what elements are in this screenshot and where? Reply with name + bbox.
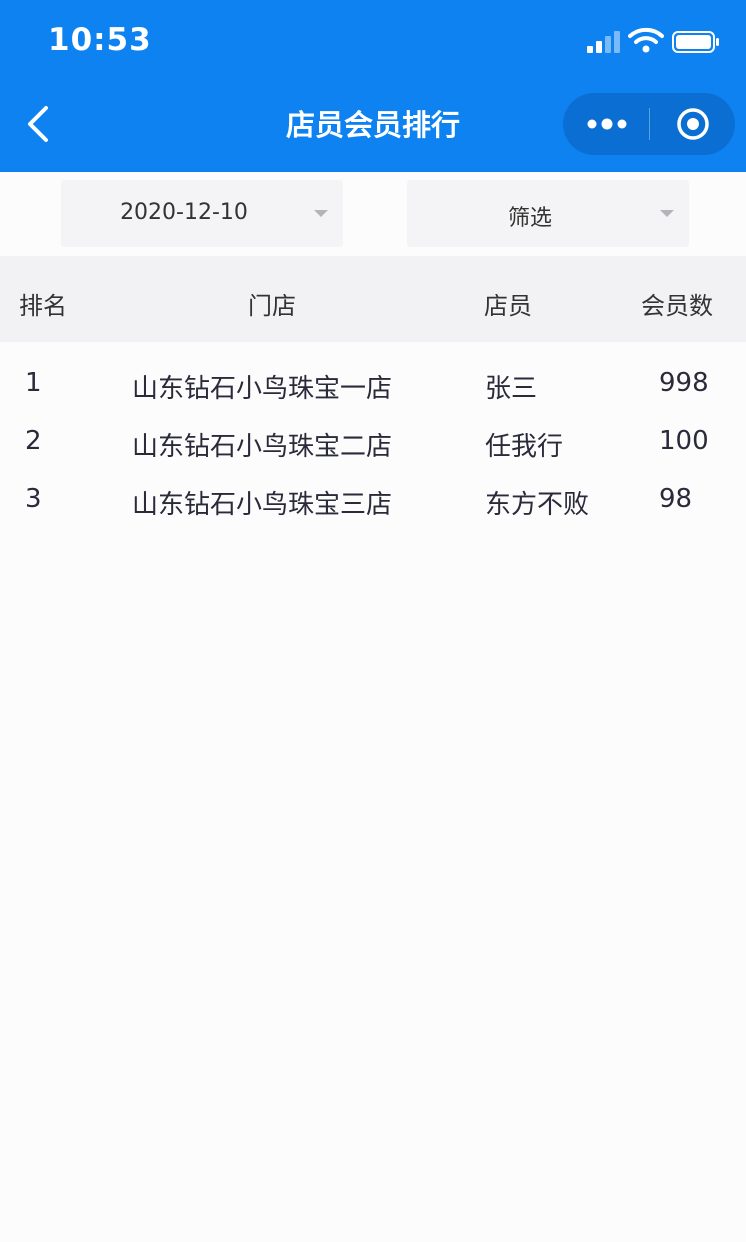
cell-rank: 3 <box>25 484 42 514</box>
column-header-rank: 排名 <box>19 292 67 320</box>
mini-program-capsule <box>563 93 735 155</box>
filter-bar: 2020-12-10 筛选 <box>0 172 746 256</box>
cell-clerk: 东方不败 <box>485 490 590 520</box>
column-header-store: 门店 <box>248 292 296 320</box>
cell-store: 山东钻石小鸟珠宝三店 <box>132 490 393 520</box>
table-row: 1 山东钻石小鸟珠宝一店 张三 998 <box>0 356 746 414</box>
table-row: 3 山东钻石小鸟珠宝三店 东方不败 98 <box>0 472 746 530</box>
more-dots-icon[interactable] <box>563 93 649 155</box>
cell-store: 山东钻石小鸟珠宝一店 <box>132 374 393 404</box>
cell-store: 山东钻石小鸟珠宝二店 <box>132 432 393 462</box>
cell-clerk: 任我行 <box>485 432 564 462</box>
cell-clerk: 张三 <box>485 374 538 404</box>
cell-member-count: 998 <box>659 368 709 398</box>
top-bar: 10:53 店员会员排行 <box>0 0 746 172</box>
battery-icon <box>672 31 719 53</box>
filter-label: 筛选 <box>507 206 552 231</box>
caret-down-icon <box>314 210 328 217</box>
cell-rank: 1 <box>25 368 42 398</box>
date-value: 2020-12-10 <box>120 200 248 225</box>
app-screen: 10:53 店员会员排行 2020-12-10 筛选 排名 门店 店员 会员数 … <box>0 0 746 1242</box>
cell-member-count: 100 <box>659 426 709 456</box>
column-header-clerk: 店员 <box>484 292 532 320</box>
cell-rank: 2 <box>25 426 42 456</box>
cell-member-count: 98 <box>659 484 693 514</box>
table-row: 2 山东钻石小鸟珠宝二店 任我行 100 <box>0 414 746 472</box>
filter-dropdown[interactable]: 筛选 <box>407 180 689 247</box>
date-picker[interactable]: 2020-12-10 <box>61 180 343 247</box>
status-time: 10:53 <box>48 22 152 58</box>
column-header-member-count: 会员数 <box>641 292 713 320</box>
wifi-icon <box>628 27 664 53</box>
table-header: 排名 门店 店员 会员数 <box>0 256 746 342</box>
target-circle-icon[interactable] <box>650 93 735 155</box>
ranking-table: 1 山东钻石小鸟珠宝一店 张三 998 2 山东钻石小鸟珠宝二店 任我行 100… <box>0 342 746 530</box>
cellular-signal-icon <box>587 31 620 53</box>
caret-down-icon <box>660 210 674 217</box>
